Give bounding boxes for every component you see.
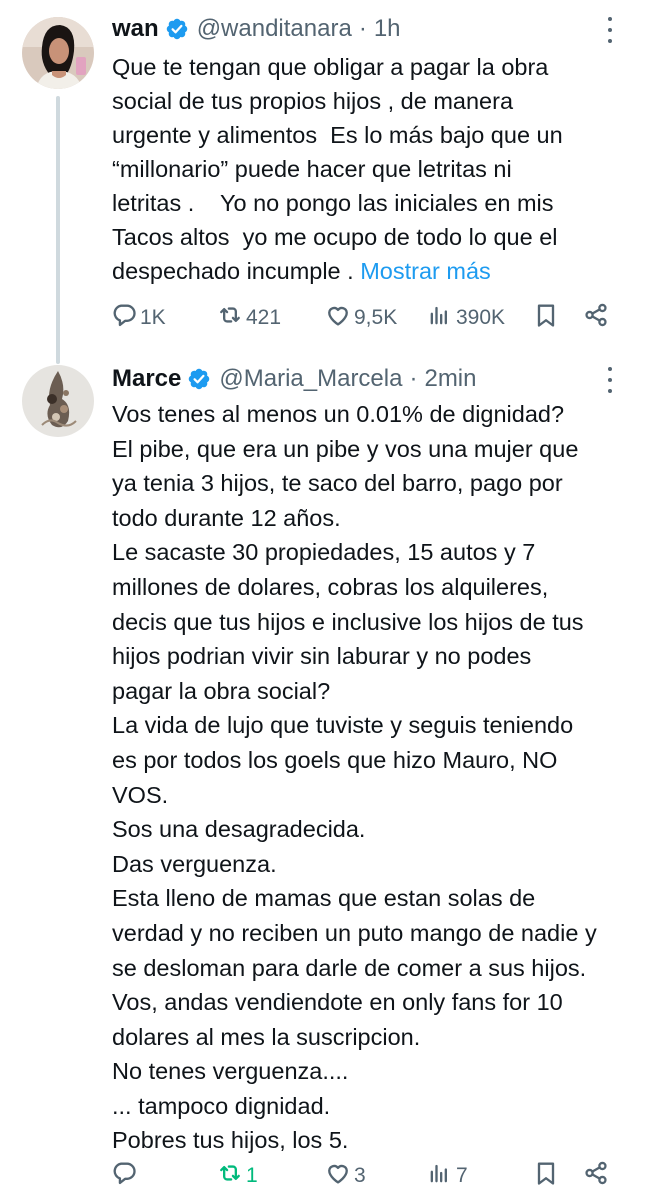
tweet-wan[interactable]: wan @wanditanara · 1h Que te tengan que … xyxy=(0,0,645,364)
tweet-text-line: hijos podrian vivir sin laburar y no pod… xyxy=(112,643,532,670)
repost-icon xyxy=(216,301,244,335)
views-count: 7 xyxy=(456,1164,468,1187)
action-bar: 1 3 7 xyxy=(110,1158,631,1194)
like-count: 9,5K xyxy=(354,306,398,329)
share-button[interactable] xyxy=(582,1158,610,1194)
tweet-text-line: Vos, andas vendiendote en only fans for … xyxy=(112,989,563,1016)
more-options-icon[interactable] xyxy=(603,17,617,43)
tweet-text-line: pagar la obra social? xyxy=(112,677,331,704)
tweet-text-line: Das verguenza. xyxy=(112,850,277,877)
share-icon xyxy=(582,1159,610,1193)
tweet-text-line: La vida de lujo que tuviste y seguis ten… xyxy=(112,712,574,739)
tweet-text-line: es por todos los goels que hizo Mauro, N… xyxy=(112,746,558,773)
tweet-text: Vos tenes al menos un 0.01% de dignidad?… xyxy=(112,397,627,1158)
reply-icon xyxy=(110,1159,138,1193)
tweet-text-line: Le sacaste 30 propiedades, 15 autos y 7 xyxy=(112,539,536,566)
timestamp[interactable]: 2min xyxy=(424,363,476,395)
tweet-text-line: Pobres tus hijos, los 5. xyxy=(112,1127,349,1154)
views-icon xyxy=(426,1159,454,1193)
bookmark-icon xyxy=(532,301,560,335)
tweet-text-line: despechado incumple . xyxy=(112,258,361,284)
avatar[interactable] xyxy=(22,17,94,89)
verified-badge-icon xyxy=(165,17,189,41)
author-name[interactable]: wan xyxy=(112,13,159,45)
separator-dot: · xyxy=(358,15,367,42)
author-handle[interactable]: @wanditanara xyxy=(197,13,352,45)
repost-icon xyxy=(216,1159,244,1193)
tweet-text-line: No tenes verguenza.... xyxy=(112,1058,349,1085)
like-button[interactable]: 9,5K xyxy=(324,300,397,336)
reply-button[interactable] xyxy=(110,1158,140,1194)
tweet-text-line: VOS. xyxy=(112,781,169,808)
avatar[interactable] xyxy=(22,365,94,437)
like-icon xyxy=(324,1159,352,1193)
tweet-text-line: millones de dolares, cobras los alquiler… xyxy=(112,573,549,600)
repost-button[interactable]: 1 xyxy=(216,1158,258,1194)
like-button[interactable]: 3 xyxy=(324,1158,366,1194)
reply-count: 1K xyxy=(140,306,166,329)
tweet-text-line: ya tenia 3 hijos, te saco del barro, pag… xyxy=(112,470,563,497)
tweet-text-line: “millonario” puede hacer que letritas ni xyxy=(112,156,512,182)
author-name[interactable]: Marce xyxy=(112,363,181,395)
views-icon xyxy=(426,301,454,335)
tweet-text-line: decis que tus hijos e inclusive los hijo… xyxy=(112,608,584,635)
share-button[interactable] xyxy=(582,300,610,336)
separator-dot: · xyxy=(409,365,418,392)
tweet-text-line: se desloman para darle de comer a sus hi… xyxy=(112,954,587,981)
more-options-icon[interactable] xyxy=(603,367,617,393)
repost-count: 421 xyxy=(246,306,282,329)
repost-count: 1 xyxy=(246,1164,258,1187)
tweet-text: Que te tengan que obligar a pagar la obr… xyxy=(112,50,627,288)
tweet-text-line: Esta lleno de mamas que estan solas de xyxy=(112,885,536,912)
share-icon xyxy=(582,301,610,335)
tweet-text-line: todo durante 12 años. xyxy=(112,504,341,531)
tweet-text-line: urgente y alimentos Es lo más bajo que u… xyxy=(112,122,563,148)
tweet-marce[interactable]: Marce @Maria_Marcela · 2min Vos tenes al… xyxy=(0,350,645,1200)
author-handle[interactable]: @Maria_Marcela xyxy=(219,363,402,395)
bookmark-button[interactable] xyxy=(532,300,560,336)
tweet-text-line: verdad y no reciben un puto mango de nad… xyxy=(112,919,597,946)
tweet-text-line: social de tus propios hijos , de manera xyxy=(112,88,514,114)
tweet-text-line: Tacos altos yo me ocupo de todo lo que e… xyxy=(112,224,558,250)
tweet-text-line: ... tampoco dignidad. xyxy=(112,1092,331,1119)
tweet-text-line: El pibe, que era un pibe y vos una mujer… xyxy=(112,435,579,462)
bookmark-button[interactable] xyxy=(532,1158,560,1194)
tweet-text-line: Sos una desagradecida. xyxy=(112,816,366,843)
show-more-link[interactable]: Mostrar más xyxy=(360,258,491,284)
repost-button[interactable]: 421 xyxy=(216,300,281,336)
tweet-header: Marce @Maria_Marcela · 2min xyxy=(112,363,595,395)
reply-icon xyxy=(110,301,138,335)
tweet-text-line: dolares al mes la suscripcion. xyxy=(112,1023,421,1050)
verified-badge-icon xyxy=(187,367,211,391)
like-count: 3 xyxy=(354,1164,366,1187)
tweet-header: wan @wanditanara · 1h xyxy=(112,13,595,45)
like-icon xyxy=(324,301,352,335)
action-bar: 1K 421 9,5K 390K xyxy=(110,300,631,336)
views-button[interactable]: 390K xyxy=(426,300,505,336)
views-button[interactable]: 7 xyxy=(426,1158,468,1194)
bookmark-icon xyxy=(532,1159,560,1193)
reply-button[interactable]: 1K xyxy=(110,300,166,336)
timestamp[interactable]: 1h xyxy=(374,13,401,45)
views-count: 390K xyxy=(456,306,506,329)
tweet-text-line: letritas . Yo no pongo las iniciales en … xyxy=(112,190,554,216)
tweet-text-last-line: despechado incumple . Mostrar más xyxy=(112,254,627,288)
thread-line xyxy=(56,96,60,364)
tweet-text-line: Vos tenes al menos un 0.01% de dignidad? xyxy=(112,401,565,427)
tweet-text-line: Que te tengan que obligar a pagar la obr… xyxy=(112,54,549,80)
